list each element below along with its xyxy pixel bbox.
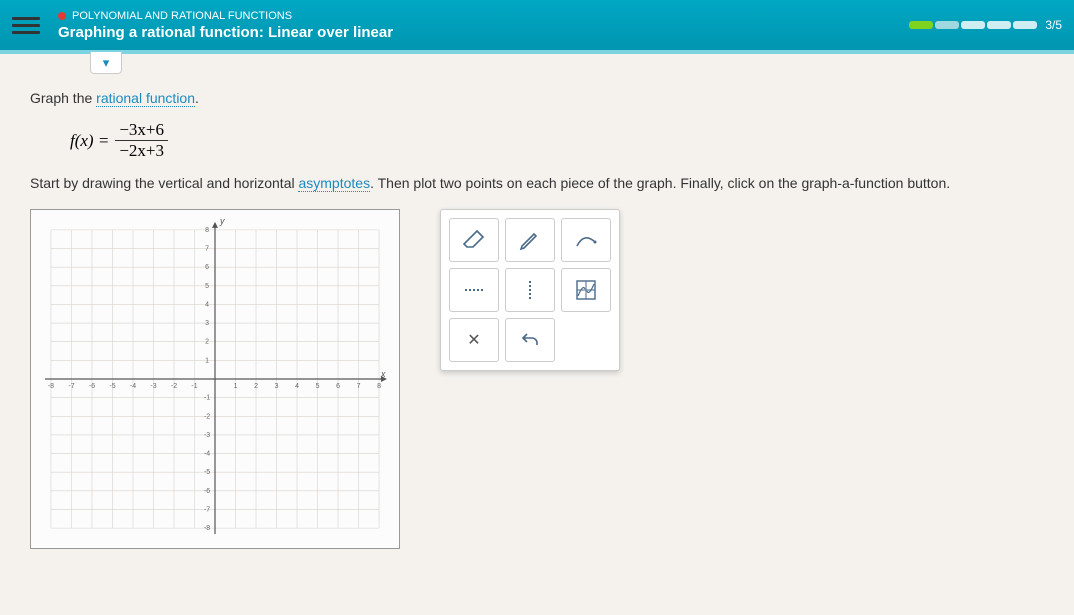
svg-text:-5: -5 (109, 383, 115, 390)
svg-text:7: 7 (357, 383, 361, 390)
svg-text:-7: -7 (204, 506, 210, 513)
term-asymptotes[interactable]: asymptotes (298, 175, 370, 192)
progress-seg (935, 21, 959, 29)
svg-text:4: 4 (205, 301, 209, 308)
svg-text:6: 6 (205, 264, 209, 271)
content-area: ▾ Graph the rational function. f(x) = −3… (0, 54, 1074, 615)
svg-text:7: 7 (205, 246, 209, 253)
svg-text:-2: -2 (171, 383, 177, 390)
svg-text:-3: -3 (204, 432, 210, 439)
svg-text:1: 1 (234, 383, 238, 390)
svg-text:8: 8 (205, 227, 209, 234)
prompt-lead: Graph the (30, 90, 96, 106)
svg-text:5: 5 (205, 283, 209, 290)
svg-text:-5: -5 (204, 469, 210, 476)
svg-text:3: 3 (205, 320, 209, 327)
pencil-tool[interactable] (505, 218, 555, 262)
svg-text:-8: -8 (48, 383, 54, 390)
instr-p2: . Then plot two points on each piece of … (370, 175, 950, 191)
prompt-tail: . (195, 90, 199, 106)
svg-text:2: 2 (254, 383, 258, 390)
svg-text:-1: -1 (204, 395, 210, 402)
svg-text:8: 8 (377, 383, 381, 390)
empty-cell (561, 318, 611, 362)
formula-lhs: f(x) = (70, 131, 109, 151)
svg-text:-4: -4 (130, 383, 136, 390)
x-axis-label: x (380, 369, 386, 379)
svg-text:-7: -7 (68, 383, 74, 390)
graph-a-function-button[interactable] (561, 268, 611, 312)
svg-text:-2: -2 (204, 413, 210, 420)
graph-canvas[interactable]: -8 -7 -6 -5 -4 -3 -2 -1 1 2 3 4 5 6 7 8 -8 -7 -6 -5 -4 -3 -2 -1… (30, 209, 400, 549)
status-dot-icon (58, 12, 66, 20)
solid-asymptote-tool[interactable] (449, 268, 499, 312)
toolbox: ✕ (440, 209, 620, 371)
fraction: −3x+6 −2x+3 (115, 120, 168, 161)
svg-text:5: 5 (316, 383, 320, 390)
instr-p1: Start by drawing the vertical and horizo… (30, 175, 298, 191)
workspace: -8 -7 -6 -5 -4 -3 -2 -1 1 2 3 4 5 6 7 8 -8 -7 -6 -5 -4 -3 -2 -1… (30, 209, 1044, 549)
svg-text:4: 4 (295, 383, 299, 390)
svg-text:6: 6 (336, 383, 340, 390)
y-axis-label: y (219, 216, 225, 226)
formula: f(x) = −3x+6 −2x+3 (70, 120, 1044, 161)
prompt-text: Graph the rational function. (30, 90, 1044, 106)
svg-text:-6: -6 (89, 383, 95, 390)
term-rational-function[interactable]: rational function (96, 90, 195, 107)
menu-icon[interactable] (12, 11, 40, 39)
header-text: POLYNOMIAL AND RATIONAL FUNCTIONS Graphi… (58, 10, 909, 41)
svg-text:1: 1 (205, 357, 209, 364)
dashed-asymptote-tool[interactable] (505, 268, 555, 312)
progress-seg (961, 21, 985, 29)
app-header: POLYNOMIAL AND RATIONAL FUNCTIONS Graphi… (0, 0, 1074, 54)
progress-seg (909, 21, 933, 29)
svg-text:2: 2 (205, 339, 209, 346)
denominator: −2x+3 (115, 141, 168, 161)
breadcrumb-label: POLYNOMIAL AND RATIONAL FUNCTIONS (72, 10, 292, 22)
svg-text:-1: -1 (191, 383, 197, 390)
instructions-text: Start by drawing the vertical and horizo… (30, 175, 1044, 191)
coordinate-grid[interactable]: -8 -7 -6 -5 -4 -3 -2 -1 1 2 3 4 5 6 7 8 -8 -7 -6 -5 -4 -3 -2 -1… (31, 210, 399, 548)
svg-text:3: 3 (275, 383, 279, 390)
progress-seg (987, 21, 1011, 29)
curve-tool[interactable] (561, 218, 611, 262)
undo-button[interactable] (505, 318, 555, 362)
clear-button[interactable]: ✕ (449, 318, 499, 362)
progress-label: 3/5 (1045, 18, 1062, 32)
progress-indicator: 3/5 (909, 18, 1062, 32)
svg-text:-4: -4 (204, 451, 210, 458)
progress-segments (909, 21, 1037, 29)
eraser-tool[interactable] (449, 218, 499, 262)
progress-seg (1013, 21, 1037, 29)
x-icon: ✕ (467, 330, 480, 350)
expand-toggle[interactable]: ▾ (90, 52, 122, 74)
svg-text:-3: -3 (150, 383, 156, 390)
svg-text:-6: -6 (204, 488, 210, 495)
numerator: −3x+6 (115, 120, 168, 141)
breadcrumb: POLYNOMIAL AND RATIONAL FUNCTIONS (58, 10, 909, 22)
page-title: Graphing a rational function: Linear ove… (58, 24, 909, 41)
svg-text:-8: -8 (204, 525, 210, 532)
chevron-down-icon: ▾ (103, 55, 110, 71)
